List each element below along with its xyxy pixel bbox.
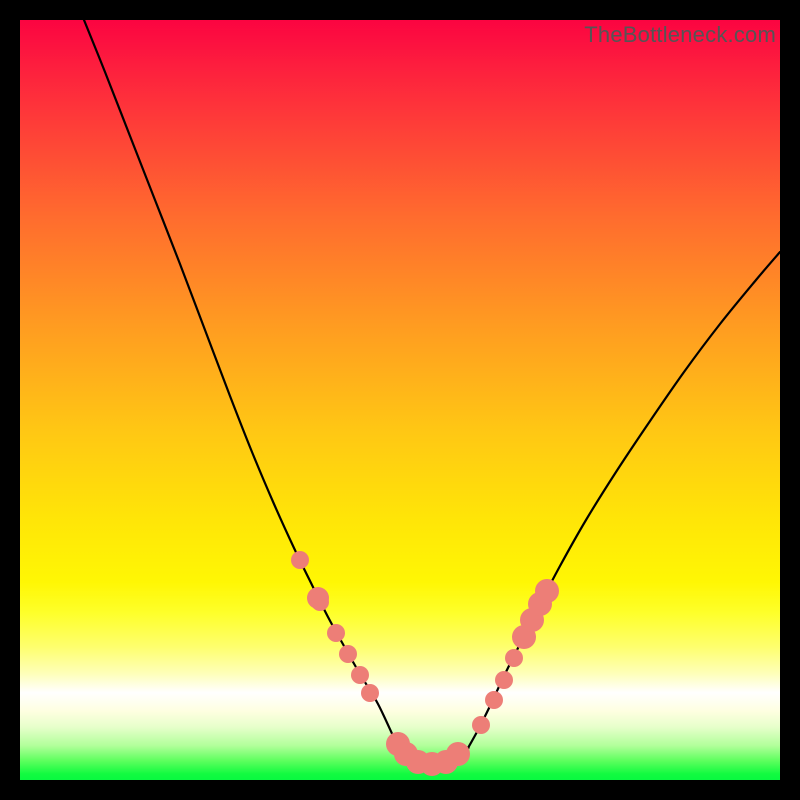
chart-frame: TheBottleneck.com [0,0,800,800]
curve-markers [291,551,559,776]
curve-marker [535,579,559,603]
curve-marker [446,742,470,766]
curve-marker [505,649,523,667]
curve-marker [327,624,345,642]
curve-marker [291,551,309,569]
plot-area [20,20,780,780]
curve-marker [472,716,490,734]
curve-marker [339,645,357,663]
curve-layer [20,20,780,780]
curve-marker [495,671,513,689]
bottleneck-curve [84,20,780,765]
curve-marker [485,691,503,709]
curve-marker [351,666,369,684]
watermark-text: TheBottleneck.com [584,22,776,48]
curve-marker [311,593,329,611]
curve-marker [361,684,379,702]
